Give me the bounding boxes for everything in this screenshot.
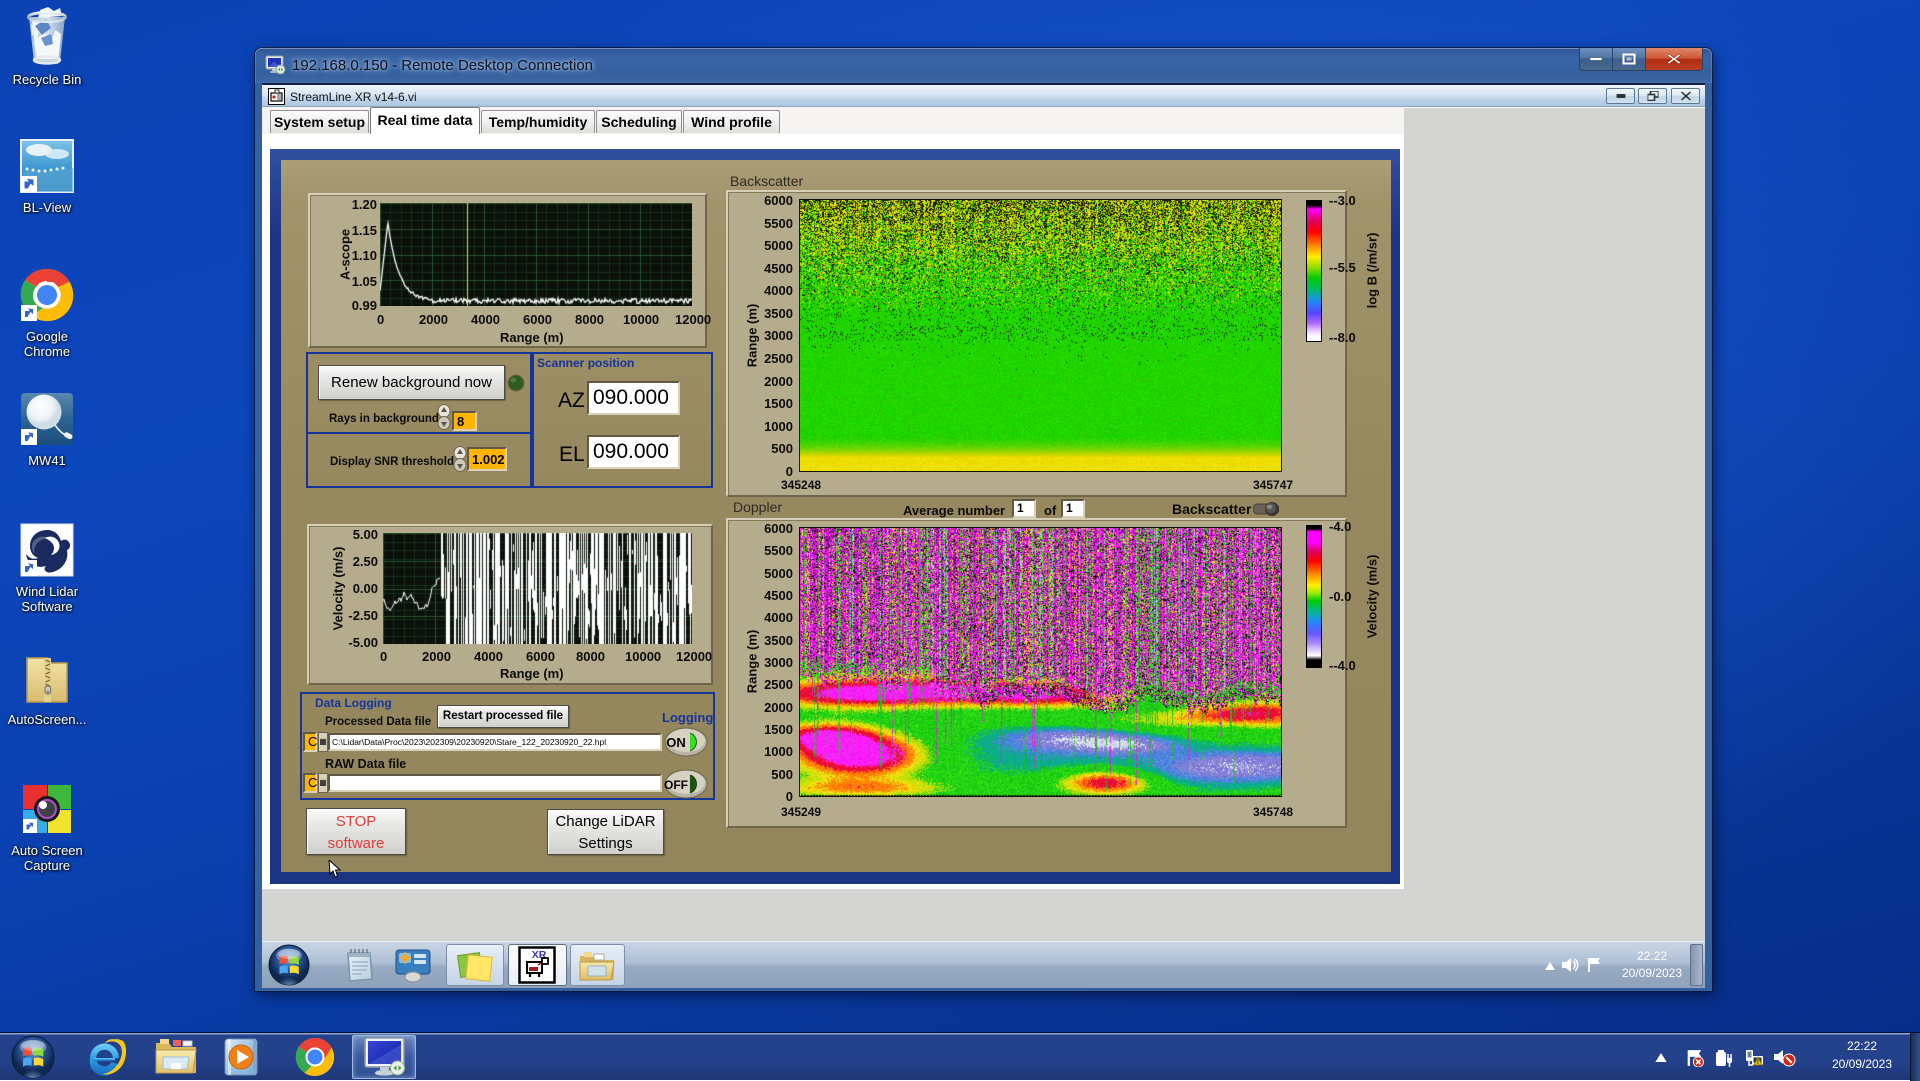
svg-text:OFF: OFF <box>664 778 688 792</box>
svg-text:!: ! <box>1757 1059 1759 1066</box>
svg-text:ON: ON <box>666 735 686 750</box>
